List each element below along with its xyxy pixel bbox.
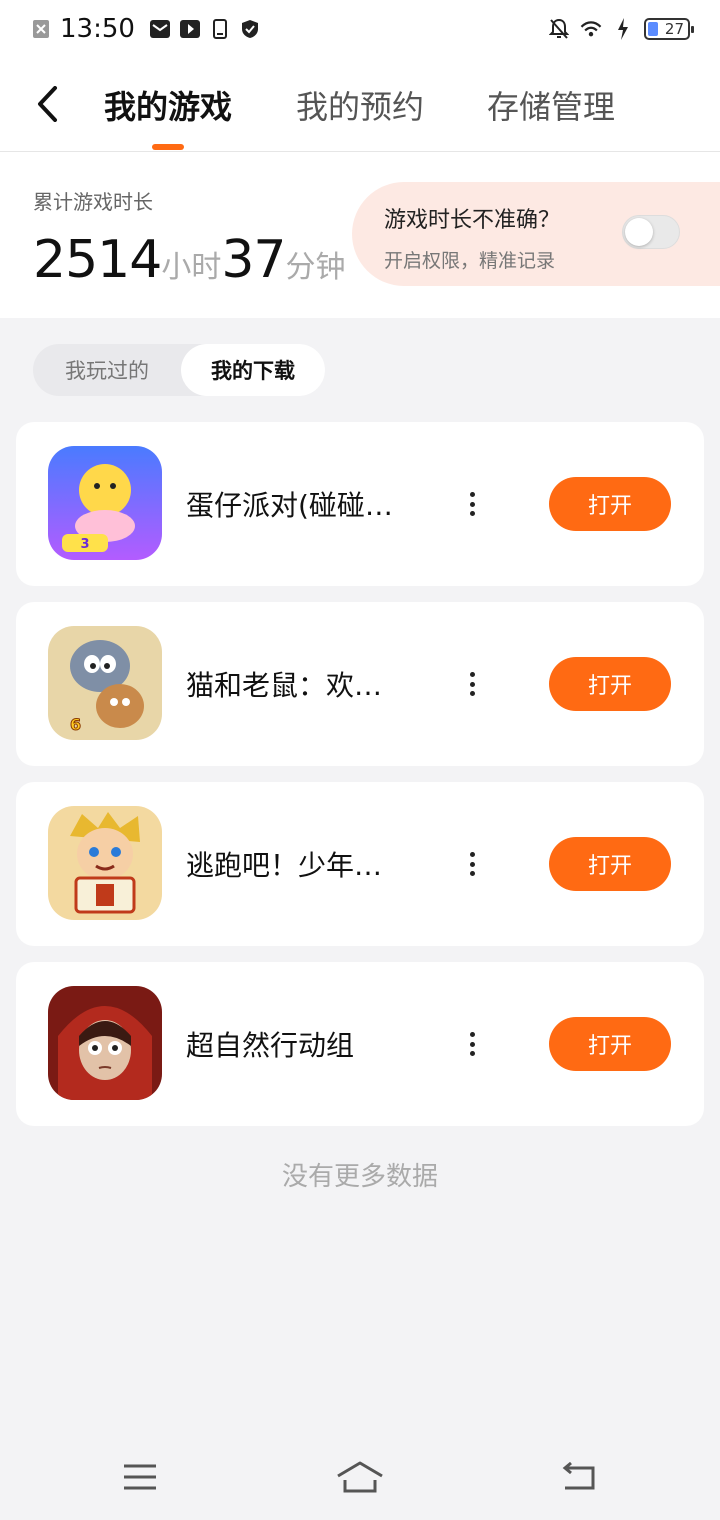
tab-my-reservations[interactable]: 我的预约 xyxy=(296,82,424,128)
active-tab-indicator xyxy=(152,144,184,150)
status-bar: 13:50 27 xyxy=(0,0,720,58)
game-card[interactable]: 超自然行动组 打开 xyxy=(16,962,704,1126)
open-game-button[interactable]: 打开 xyxy=(549,837,671,891)
tom-and-jerry-icon: 6 xyxy=(48,626,162,740)
mail-icon xyxy=(149,18,171,40)
shield-icon xyxy=(239,18,261,40)
home-icon[interactable] xyxy=(330,1452,390,1502)
play-time-stats: 累计游戏时长 2514 小时 37 分钟 游戏时长不准确？ 开启权限，精准记录 xyxy=(0,152,720,318)
eggy-party-icon: 3 xyxy=(48,446,162,560)
run-boy-icon xyxy=(48,806,162,920)
game-name: 逃跑吧！少年… xyxy=(186,849,383,882)
prompt-subtitle: 开启权限，精准记录 xyxy=(384,250,556,272)
status-time: 13:50 xyxy=(60,14,135,44)
supernatural-squad-icon xyxy=(48,986,162,1100)
minutes-value: 37 xyxy=(221,230,286,290)
segment-played[interactable]: 我玩过的 xyxy=(33,344,181,396)
battery-indicator: 27 xyxy=(644,18,694,40)
toggle-knob xyxy=(625,218,653,246)
phone-icon xyxy=(209,18,231,40)
play-time-label: 累计游戏时长 xyxy=(33,190,153,214)
tab-my-games[interactable]: 我的游戏 xyxy=(104,82,232,128)
video-icon xyxy=(179,18,201,40)
hours-value: 2514 xyxy=(33,230,162,290)
prompt-title: 游戏时长不准确？ xyxy=(384,208,561,233)
accuracy-prompt-card: 游戏时长不准确？ 开启权限，精准记录 xyxy=(352,182,720,286)
open-game-button[interactable]: 打开 xyxy=(549,1017,671,1071)
open-game-button[interactable]: 打开 xyxy=(549,657,671,711)
back-button[interactable] xyxy=(30,84,64,124)
menu-icon[interactable] xyxy=(110,1452,170,1502)
minutes-unit: 分钟 xyxy=(285,250,346,285)
close-notification-icon xyxy=(30,18,52,40)
more-options-icon[interactable] xyxy=(461,488,483,520)
back-nav-icon[interactable] xyxy=(549,1452,609,1502)
game-name: 超自然行动组 xyxy=(186,1029,355,1062)
header: 我的游戏 我的预约 存储管理 xyxy=(0,58,720,152)
open-game-button[interactable]: 打开 xyxy=(549,477,671,531)
game-card[interactable]: 3 蛋仔派对(碰碰… 打开 xyxy=(16,422,704,586)
filter-segmented-control: 我玩过的 我的下载 xyxy=(33,344,325,396)
svg-text:6: 6 xyxy=(70,715,81,734)
system-navigation-bar xyxy=(0,1430,720,1520)
wifi-icon xyxy=(580,18,602,40)
chevron-left-icon xyxy=(38,86,57,122)
game-name: 蛋仔派对(碰碰… xyxy=(186,489,393,522)
charging-icon xyxy=(612,18,634,40)
more-options-icon[interactable] xyxy=(461,668,483,700)
bell-muted-icon xyxy=(548,18,570,40)
game-name: 猫和老鼠：欢… xyxy=(186,669,383,702)
permission-toggle[interactable] xyxy=(622,215,680,249)
play-time-value: 2514 小时 37 分钟 xyxy=(33,230,346,290)
status-left: 13:50 xyxy=(30,14,261,44)
segment-downloads[interactable]: 我的下载 xyxy=(181,344,325,396)
hours-unit: 小时 xyxy=(161,250,222,285)
no-more-data-text: 没有更多数据 xyxy=(281,1162,438,1192)
tab-storage-management[interactable]: 存储管理 xyxy=(487,82,615,128)
status-right: 27 xyxy=(548,18,694,40)
game-card[interactable]: 逃跑吧！少年… 打开 xyxy=(16,782,704,946)
svg-text:3: 3 xyxy=(80,537,89,552)
game-card[interactable]: 6 猫和老鼠：欢… 打开 xyxy=(16,602,704,766)
more-options-icon[interactable] xyxy=(461,1028,483,1060)
more-options-icon[interactable] xyxy=(461,848,483,880)
